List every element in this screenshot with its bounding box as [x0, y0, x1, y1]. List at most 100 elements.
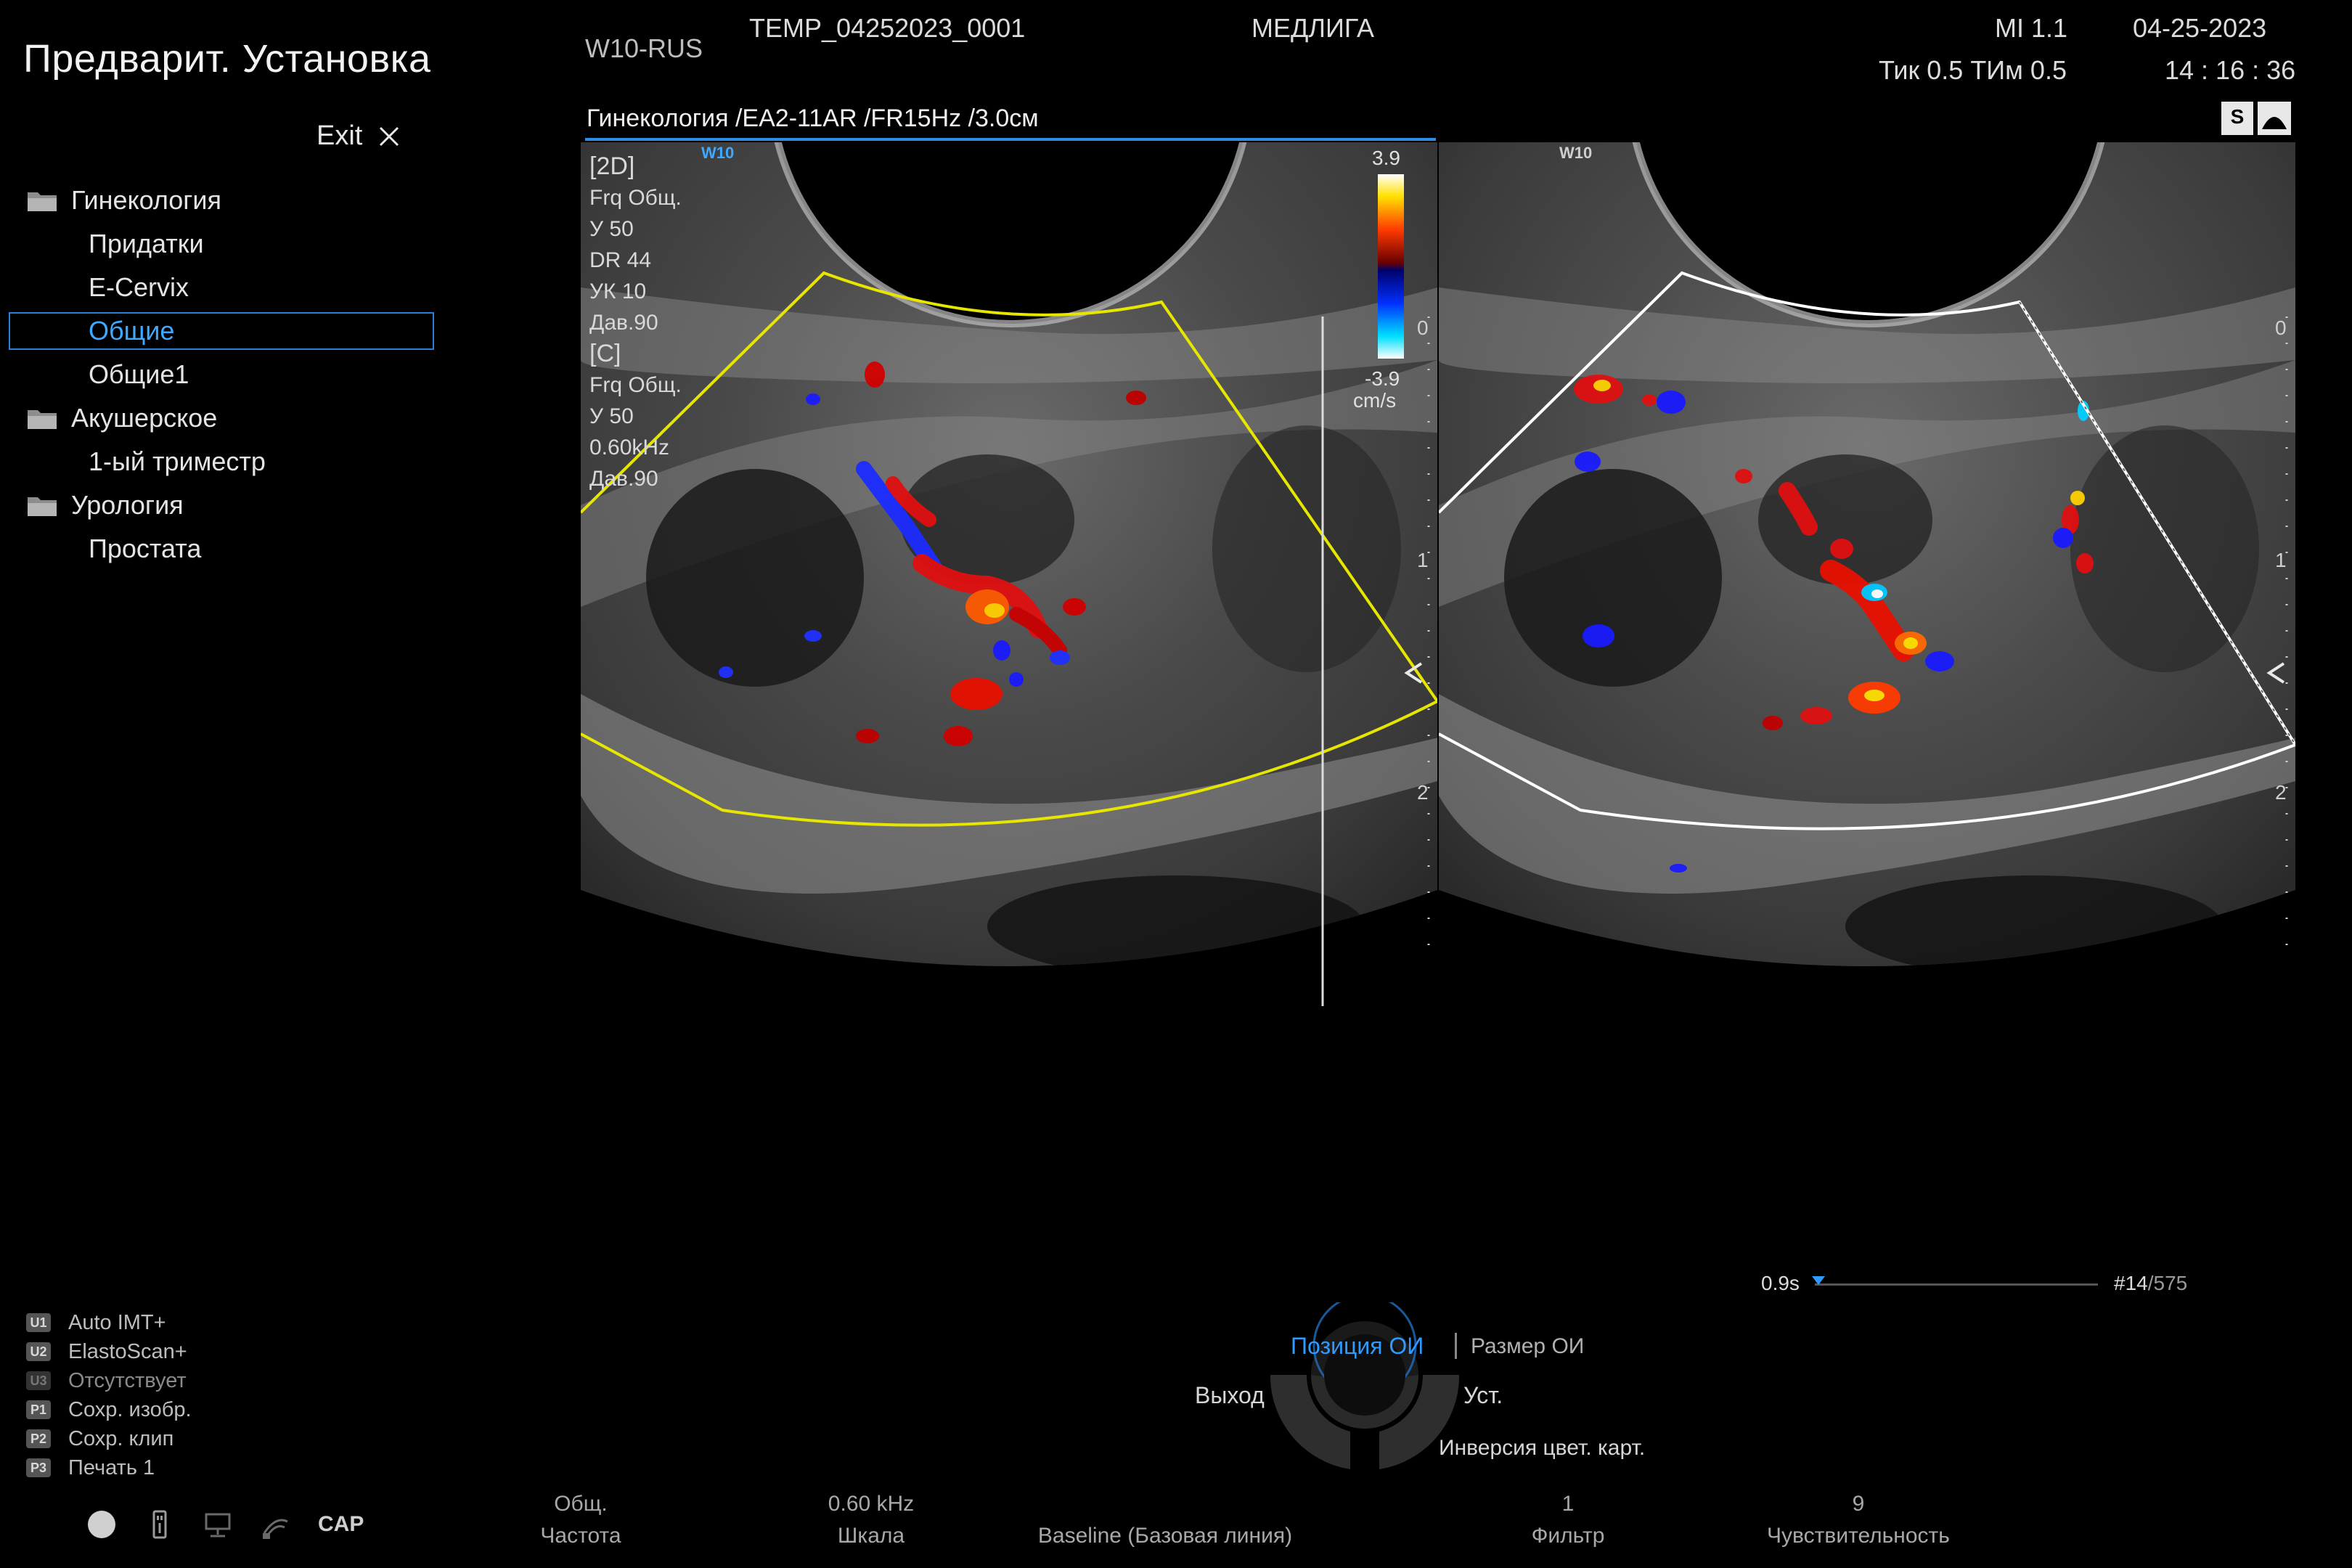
params-color-heading: [C]	[589, 340, 621, 367]
invert-color-map-button[interactable]: Инверсия цвет. карт.	[1439, 1436, 1645, 1461]
probe-info: Гинекология /EA2-11AR /FR15Hz /3.0см	[587, 105, 1039, 132]
depth-mark: 1	[1417, 549, 1429, 571]
time-display: 14 : 16 : 36	[2165, 55, 2296, 85]
cine-frame-current: #14	[2114, 1272, 2148, 1294]
softkey-value: Общ.	[554, 1492, 608, 1516]
param-line: Frq Общ.	[589, 373, 682, 397]
w10-logo: W10	[701, 144, 735, 162]
tree-item-label: Простата	[89, 534, 202, 563]
velocity-scale-top: 3.9	[1372, 147, 1400, 169]
exit-button[interactable]: Exit	[317, 121, 400, 152]
param-line: УК 10	[589, 279, 647, 303]
tree-item-label: Общие	[89, 316, 175, 346]
position-roi-button[interactable]: Позиция ОИ	[1291, 1333, 1424, 1360]
mi-value: MI 1.1	[1995, 13, 2068, 43]
param-line: У 50	[589, 217, 634, 241]
user-key-label: Сохр. изобр.	[68, 1397, 192, 1421]
caps-lock-indicator: CAP	[318, 1512, 364, 1536]
user-key-u3[interactable]: U3 Отсутствует	[26, 1366, 192, 1395]
user-key-label: Сохр. клип	[68, 1426, 174, 1450]
preset-tree: Гинекология Придатки E-Cervix Общие Общи…	[0, 179, 450, 571]
softkey-value: 9	[1852, 1492, 1865, 1516]
user-key-label: Отсутствует	[68, 1368, 187, 1392]
cine-frame-total: /575	[2147, 1272, 2188, 1294]
exit-roi-button[interactable]: Выход	[1195, 1382, 1265, 1409]
tree-item-label: 1-ый триместр	[89, 446, 266, 476]
param-line: У 50	[589, 404, 634, 428]
user-key-p3[interactable]: P3 Печать 1	[26, 1453, 192, 1482]
record-icon	[88, 1511, 115, 1538]
key-badge: U3	[26, 1371, 51, 1390]
focus-marker-icon	[2266, 662, 2285, 684]
cine-position-marker-icon[interactable]	[1812, 1275, 1825, 1286]
depth-mark: 0	[2275, 317, 2287, 339]
tree-item-adnexa[interactable]: Придатки	[0, 222, 450, 266]
user-key-p2[interactable]: P2 Сохр. клип	[26, 1424, 192, 1453]
tree-item-label: Придатки	[89, 229, 204, 258]
close-icon	[380, 126, 399, 146]
date-display: 04-25-2023	[2133, 13, 2267, 43]
user-key-label: Auto IMT+	[68, 1310, 166, 1334]
tree-folder-label: Акушерское	[71, 403, 218, 433]
trackball-control-icon[interactable]	[1263, 1302, 1466, 1469]
ultrasound-image-left[interactable]: [2D] Frq Общ. У 50 DR 44 УК 10 Дав.90 [C…	[581, 142, 1437, 1013]
exit-label: Exit	[317, 121, 363, 151]
tree-item-general-selected[interactable]: Общие	[0, 309, 450, 353]
tree-folder-label: Гинекология	[71, 185, 222, 215]
key-badge: P3	[26, 1458, 51, 1477]
folder-icon	[28, 497, 57, 516]
focus-marker-icon	[1404, 662, 1423, 684]
tree-item-e-cervix[interactable]: E-Cervix	[0, 266, 450, 309]
key-badge: P1	[26, 1400, 51, 1419]
network-icon	[205, 1513, 231, 1538]
system-name: W10-RUS	[585, 33, 703, 63]
softkey-filter[interactable]: 1 Фильтр	[1495, 1488, 1641, 1552]
user-key-list: U1 Auto IMT+ U2 ElastoScan+ U3 Отсутствует …	[26, 1308, 192, 1482]
depth-mark: 0	[1417, 317, 1429, 339]
cine-scrollbar[interactable]	[1815, 1283, 2098, 1286]
institution-name: МЕДЛИГА	[1251, 13, 1374, 43]
tree-folder-gynecology[interactable]: Гинекология	[0, 179, 450, 222]
softkey-frequency[interactable]: Общ. Частота	[508, 1488, 653, 1552]
user-key-label: Печать 1	[68, 1455, 155, 1479]
key-badge: P2	[26, 1429, 51, 1448]
preset-title: Предварит. Установка	[23, 37, 431, 81]
tree-folder-obstetrics[interactable]: Акушерское	[0, 396, 450, 440]
usb-icon	[152, 1510, 167, 1539]
tree-folder-label: Урология	[71, 490, 184, 520]
svg-text:S: S	[2231, 105, 2245, 128]
w10-logo: W10	[1559, 144, 1593, 162]
depth-mark: 1	[2275, 549, 2287, 571]
ultrasound-image-right[interactable]: W10 0 1 2	[1439, 142, 2295, 1013]
softkey-baseline[interactable]: Baseline (Базовая линия)	[1002, 1488, 1328, 1552]
tree-item-prostate[interactable]: Простата	[0, 527, 450, 571]
params-2d: [2D] Frq Общ. У 50 DR 44 УК 10 Дав.90 [C…	[589, 151, 682, 494]
velocity-unit: cm/s	[1353, 389, 1397, 412]
tree-item-first-trimester[interactable]: 1-ый триместр	[0, 440, 450, 483]
softkey-label: Фильтр	[1531, 1524, 1605, 1548]
softkey-label: Шкала	[837, 1524, 905, 1548]
key-badge: U1	[26, 1313, 51, 1332]
params-2d-heading: [2D]	[589, 152, 635, 180]
folder-icon	[28, 192, 57, 211]
param-line: Дав.90	[589, 311, 658, 335]
user-key-p1[interactable]: P1 Сохр. изобр.	[26, 1395, 192, 1424]
control-divider	[1455, 1333, 1457, 1359]
tree-folder-urology[interactable]: Урология	[0, 483, 450, 527]
status-bar: CAP	[86, 1508, 364, 1540]
softkey-scale[interactable]: 0.60 kHz Шкала	[784, 1488, 958, 1552]
softkey-sensitivity[interactable]: 9 Чувствительность	[1742, 1488, 1975, 1552]
tree-item-label: Общие1	[89, 359, 189, 389]
active-image-underline	[585, 138, 1436, 141]
tree-item-label: E-Cervix	[89, 272, 189, 302]
softkey-value: 0.60 kHz	[828, 1492, 915, 1516]
depth-mark: 2	[1417, 781, 1429, 804]
set-button[interactable]: Уст.	[1463, 1382, 1503, 1409]
tree-item-general1[interactable]: Общие1	[0, 353, 450, 396]
velocity-scale-bottom: -3.9	[1365, 367, 1400, 390]
size-roi-button[interactable]: Размер ОИ	[1471, 1334, 1584, 1359]
softkey-label: Частота	[540, 1524, 621, 1548]
softkey-label: Чувствительность	[1767, 1524, 1950, 1548]
user-key-u2[interactable]: U2 ElastoScan+	[26, 1337, 192, 1366]
user-key-u1[interactable]: U1 Auto IMT+	[26, 1308, 192, 1337]
